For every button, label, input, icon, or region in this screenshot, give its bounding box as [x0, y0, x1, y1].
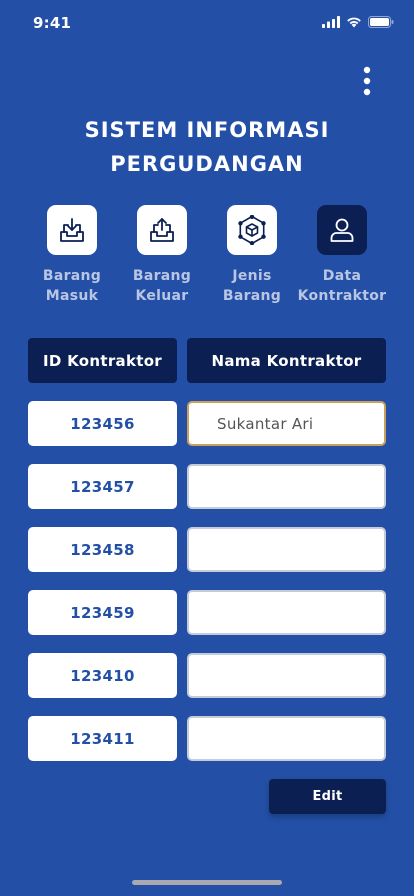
inbox-upload-icon	[150, 218, 174, 242]
user-icon	[330, 218, 354, 242]
contractor-id-cell: 123456	[28, 401, 177, 446]
wifi-icon	[347, 17, 361, 28]
contractor-id-cell: 123459	[28, 590, 177, 635]
contractor-name-input[interactable]	[187, 653, 386, 698]
menu-item-jenis-barang[interactable]: Jenis Barang	[206, 205, 298, 306]
menu-icon-tile	[227, 205, 277, 255]
menu-label-line: Masuk	[45, 288, 99, 304]
cube-network-icon	[238, 215, 266, 245]
menu-label: Data Kontraktor	[296, 266, 388, 306]
menu-label: Barang Masuk	[26, 266, 118, 306]
kebab-menu-icon[interactable]	[358, 66, 376, 98]
contractor-id-cell: 123410	[28, 653, 177, 698]
contractor-id-cell: 123458	[28, 527, 177, 572]
status-time: 9:41	[33, 14, 72, 32]
contractor-name-input[interactable]	[187, 464, 386, 509]
menu-label-line: Kontraktor	[297, 288, 387, 304]
title-line-2: PERGUDANGAN	[110, 152, 304, 176]
status-bar: 9:41	[0, 0, 414, 48]
title-line-1: SISTEM INFORMASI	[84, 118, 330, 142]
contractor-name-input[interactable]	[187, 527, 386, 572]
app-title: SISTEM INFORMASI PERGUDANGAN	[0, 113, 414, 181]
menu-item-barang-masuk[interactable]: Barang Masuk	[26, 205, 118, 306]
menu-label: Barang Keluar	[116, 266, 208, 306]
home-indicator[interactable]	[132, 880, 282, 885]
menu-icon-tile-active	[317, 205, 367, 255]
contractor-id-cell: 123457	[28, 464, 177, 509]
menu-label-line: Barang	[222, 288, 282, 304]
menu-label-line: Barang	[42, 268, 102, 284]
battery-icon	[368, 16, 394, 28]
menu-item-barang-keluar[interactable]: Barang Keluar	[116, 205, 208, 306]
inbox-download-icon	[60, 218, 84, 242]
menu-label-line: Jenis	[232, 268, 272, 284]
id-column-header: ID Kontraktor	[28, 338, 177, 383]
contractor-id-cell: 123411	[28, 716, 177, 761]
contractor-name-input[interactable]	[187, 590, 386, 635]
menu-item-data-kontraktor[interactable]: Data Kontraktor	[296, 205, 388, 306]
menu-icon-tile	[137, 205, 187, 255]
contractor-name-input[interactable]	[187, 716, 386, 761]
menu-label-line: Keluar	[135, 288, 189, 304]
contractor-name-input[interactable]	[187, 401, 386, 446]
menu-label-line: Barang	[132, 268, 192, 284]
main-menu: Barang Masuk Barang Keluar Jenis Barang …	[0, 205, 414, 315]
signal-icon	[322, 16, 340, 28]
name-column-header: Nama Kontraktor	[187, 338, 386, 383]
status-icons	[322, 16, 394, 28]
menu-label: Jenis Barang	[206, 266, 298, 306]
menu-icon-tile	[47, 205, 97, 255]
edit-button[interactable]: Edit	[269, 779, 386, 814]
menu-label-line: Data	[322, 268, 362, 284]
